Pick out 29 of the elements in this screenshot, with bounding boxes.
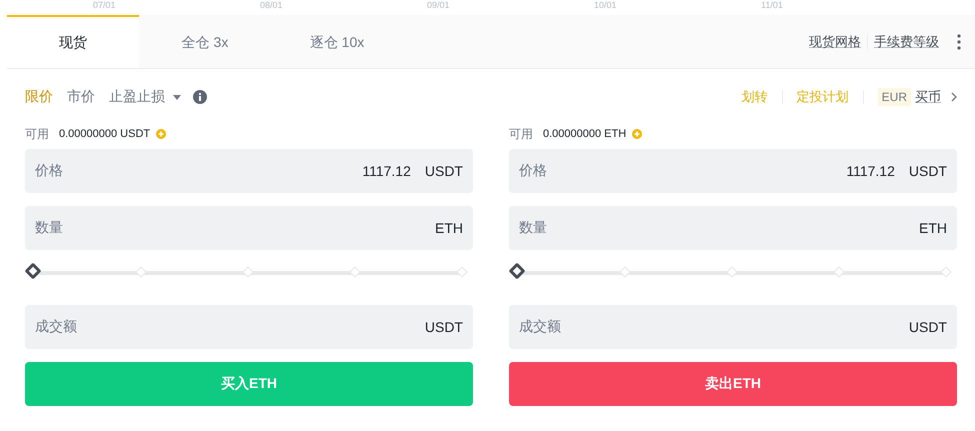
tab[interactable]: 现货 (7, 15, 139, 68)
currency-badge[interactable]: EUR (878, 88, 911, 106)
sell-button[interactable]: 卖出ETH (509, 362, 957, 406)
tab[interactable]: 全仓 3x (139, 15, 271, 68)
axis-label: 11/01 (761, 0, 784, 12)
input-field[interactable]: 成交额 USDT (25, 305, 473, 349)
available-label: 可用 (25, 126, 49, 142)
input-field[interactable]: 数量 ETH (509, 206, 957, 250)
input-field[interactable]: 成交额 USDT (509, 305, 957, 349)
tab[interactable]: 逐仓 10x (271, 15, 403, 68)
chevron-right-icon[interactable] (951, 92, 957, 102)
available-balance: 0.00000000 USDT (59, 128, 150, 140)
available-balance: 0.00000000 ETH (543, 128, 626, 140)
input-field[interactable]: 价格 1117.12 USDT (25, 149, 473, 193)
axis-label: 08/01 (260, 0, 284, 12)
available-label: 可用 (509, 126, 533, 142)
input-field[interactable]: 价格 1117.12 USDT (509, 149, 957, 193)
order-type-tab[interactable]: 止盈止损 (109, 88, 165, 106)
caret-icon[interactable] (173, 94, 181, 100)
axis-label: 07/01 (93, 0, 117, 12)
link[interactable]: 买币 (915, 88, 941, 106)
link[interactable]: 手续费等级 (874, 32, 939, 50)
axis-label: 10/01 (594, 0, 618, 12)
more-icon[interactable] (957, 34, 961, 50)
info-icon[interactable] (193, 90, 207, 104)
axis-label: 09/01 (427, 0, 451, 12)
link[interactable]: 现货网格 (809, 32, 861, 50)
input-field[interactable]: 数量 ETH (25, 206, 473, 250)
order-type-tab[interactable]: 市价 (67, 88, 95, 106)
